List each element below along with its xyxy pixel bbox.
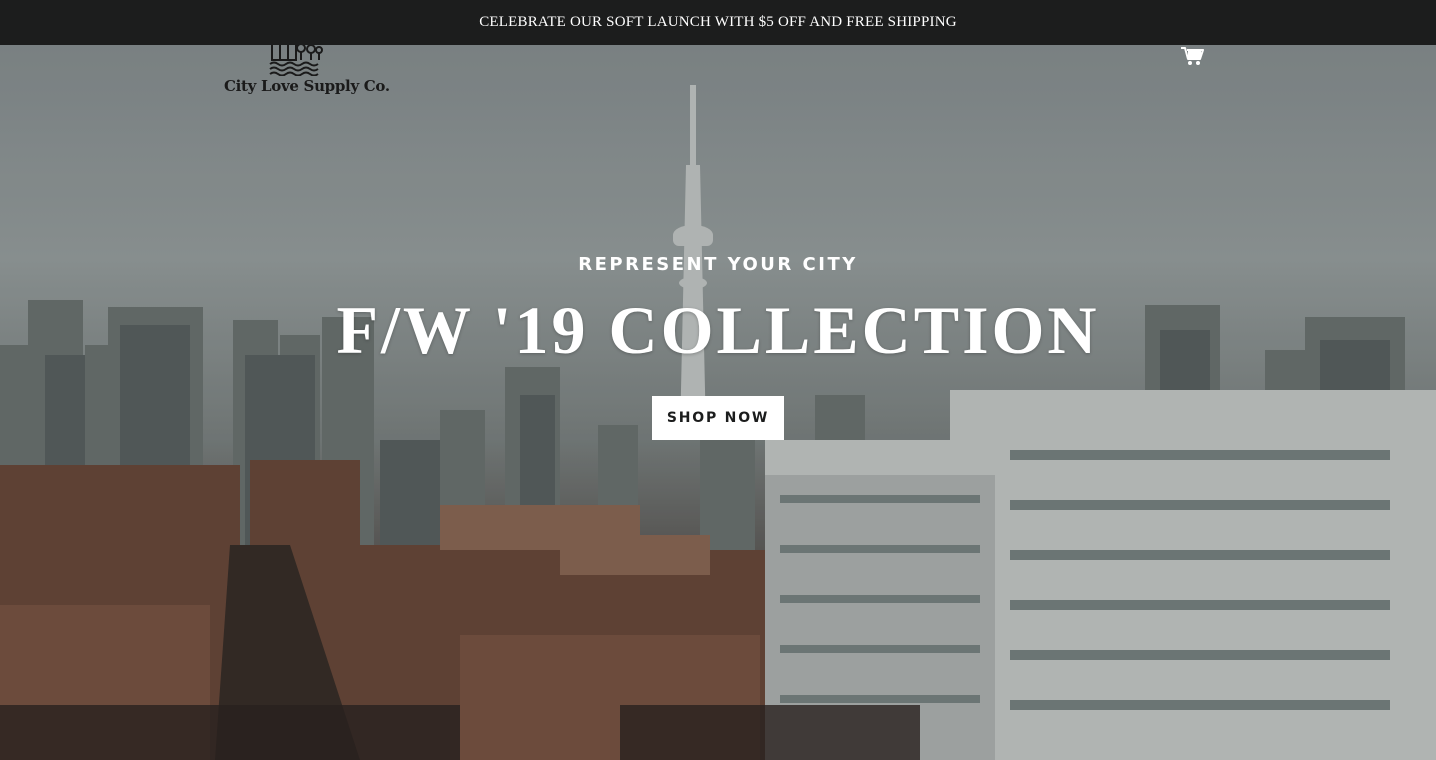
cart-icon	[1181, 47, 1204, 65]
hero-heading: F/W '19 COLLECTION	[336, 292, 1100, 368]
announcement-text: CELEBRATE OUR SOFT LAUNCH WITH $5 OFF AN…	[479, 14, 957, 30]
logo-text: City Love Supply Co.	[224, 77, 390, 95]
shop-now-button[interactable]: SHOP NOW	[652, 396, 784, 440]
cart-button[interactable]	[1180, 45, 1204, 67]
hero-subheading: REPRESENT YOUR CITY	[578, 254, 858, 275]
hero-content: REPRESENT YOUR CITY F/W '19 COLLECTION S…	[0, 250, 1436, 440]
announcement-bar: CELEBRATE OUR SOFT LAUNCH WITH $5 OFF AN…	[0, 0, 1436, 45]
